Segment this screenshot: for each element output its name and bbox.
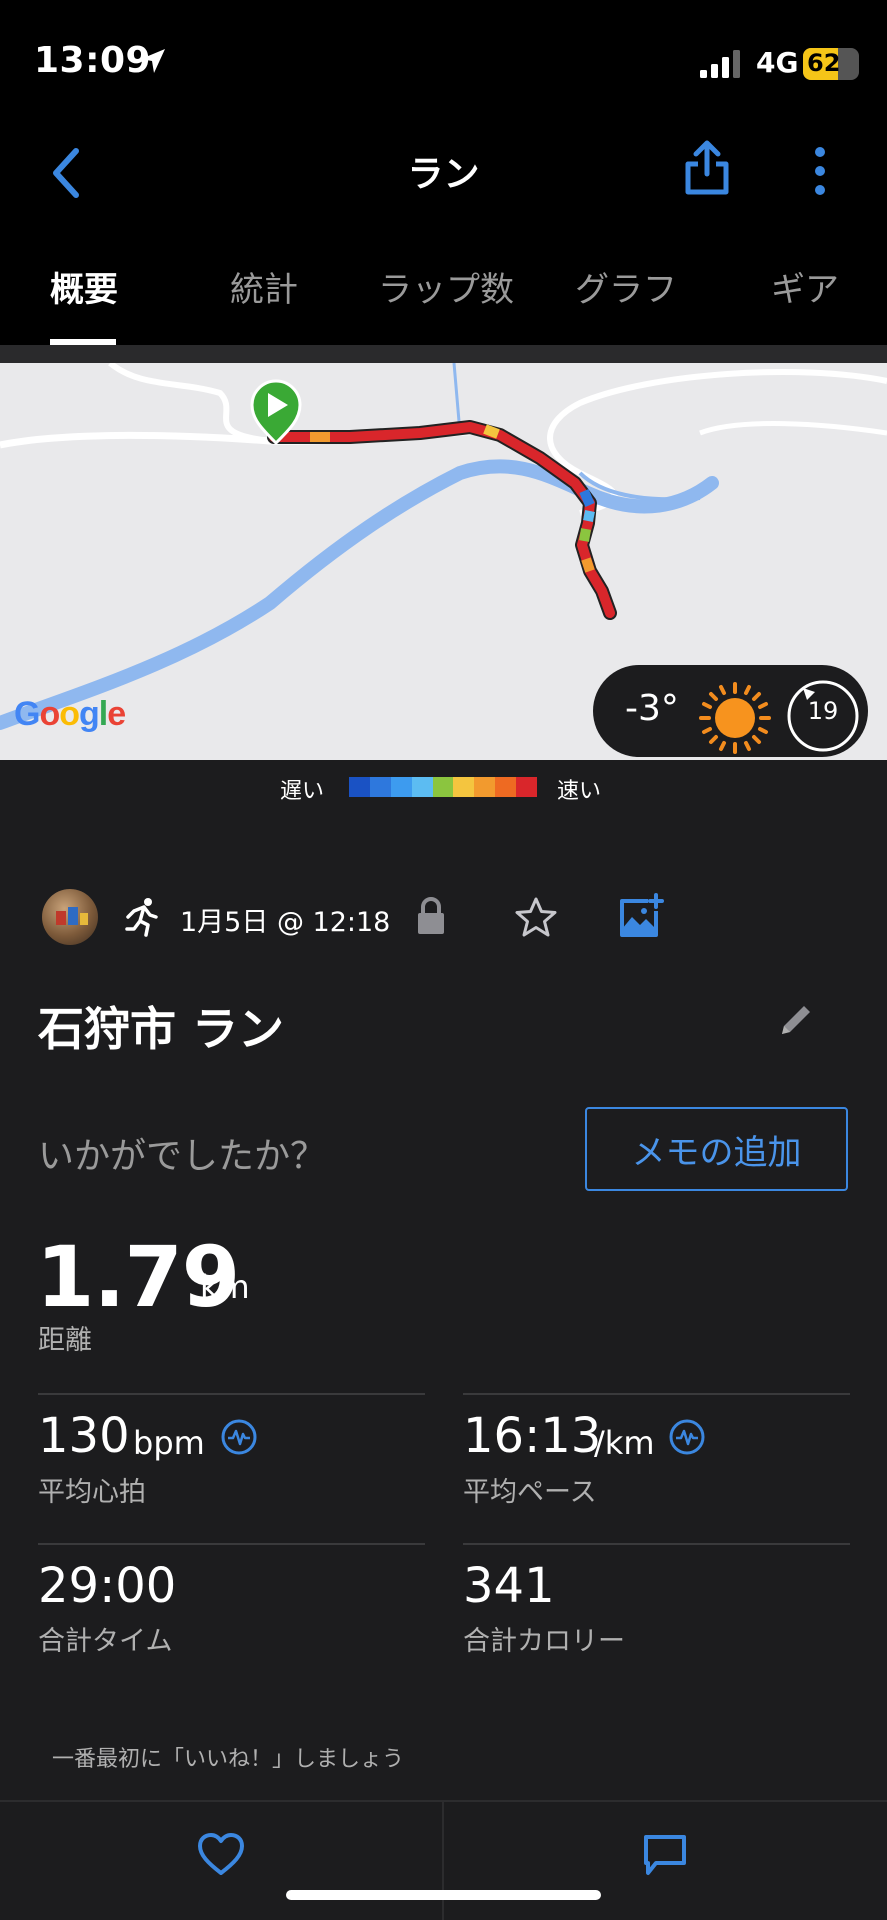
pace-legend-bar bbox=[349, 777, 538, 797]
tab-separator bbox=[0, 345, 887, 363]
like-heart-icon[interactable] bbox=[196, 1831, 246, 1877]
edit-pencil-icon[interactable] bbox=[776, 1000, 816, 1040]
total-time-label: 合計タイム bbox=[38, 1626, 173, 1657]
location-arrow-icon bbox=[141, 49, 165, 73]
battery-indicator: 62 bbox=[803, 48, 859, 80]
legend-slow-label: 遅い bbox=[280, 779, 325, 804]
legend-fast-label: 速い bbox=[557, 779, 602, 804]
calories-value: 341 bbox=[463, 1558, 555, 1614]
stat-divider bbox=[38, 1543, 425, 1545]
legend-swatch bbox=[390, 777, 412, 797]
heart-rate-unit: bpm bbox=[133, 1424, 205, 1462]
add-photo-icon[interactable] bbox=[618, 893, 664, 939]
legend-swatch bbox=[349, 777, 370, 797]
heart-rate-label: 平均心拍 bbox=[38, 1477, 146, 1508]
pace-label: 平均ペース bbox=[463, 1477, 597, 1508]
tab-stats[interactable]: 統計 bbox=[230, 262, 298, 311]
pace-chart-icon[interactable] bbox=[668, 1418, 706, 1456]
feedback-prompt: いかがでしたか？ bbox=[38, 1136, 327, 1177]
legend-swatch bbox=[516, 777, 538, 797]
running-icon bbox=[125, 898, 158, 937]
distance-label: 距離 bbox=[38, 1325, 92, 1356]
avatar[interactable] bbox=[42, 889, 98, 945]
battery-level: 62 bbox=[807, 49, 841, 77]
distance-unit: km bbox=[200, 1268, 250, 1306]
stat-divider bbox=[463, 1393, 850, 1395]
comment-icon[interactable] bbox=[642, 1833, 688, 1877]
weather-temperature: -3° bbox=[625, 688, 679, 729]
tab-overview[interactable]: 概要 bbox=[50, 262, 118, 311]
activity-date: 1月5日 @ 12:18 bbox=[180, 907, 391, 938]
activity-title: 石狩市 ラン bbox=[38, 1002, 285, 1056]
heart-rate-value: 130 bbox=[38, 1408, 130, 1464]
signal-icon bbox=[700, 50, 740, 78]
status-time: 13:09 bbox=[34, 40, 152, 81]
heart-rate-chart-icon[interactable] bbox=[220, 1418, 258, 1456]
route-segment bbox=[579, 528, 591, 542]
route-segment bbox=[483, 424, 500, 439]
page-title: ラン bbox=[407, 154, 480, 195]
lock-icon[interactable] bbox=[416, 896, 446, 936]
legend-swatch bbox=[453, 777, 475, 797]
bottom-bar-separator bbox=[442, 1802, 444, 1920]
tab-laps[interactable]: ラップ数 bbox=[378, 262, 514, 311]
route-segment bbox=[583, 510, 595, 522]
map-road bbox=[108, 363, 271, 444]
add-memo-button[interactable]: メモの追加 bbox=[585, 1107, 848, 1191]
legend-swatch bbox=[432, 777, 454, 797]
map-road bbox=[699, 421, 887, 436]
stat-divider bbox=[38, 1393, 425, 1395]
calories-label: 合計カロリー bbox=[463, 1626, 625, 1657]
legend-swatch bbox=[474, 777, 496, 797]
network-type: 4G bbox=[756, 46, 799, 79]
home-indicator[interactable] bbox=[286, 1890, 601, 1900]
pace-value: 16:13 bbox=[463, 1408, 602, 1464]
stat-divider bbox=[463, 1543, 850, 1545]
map-provider-logo: Google bbox=[14, 695, 126, 733]
tab-graph[interactable]: グラフ bbox=[575, 262, 677, 311]
like-prompt: 一番最初に「いいね！」しましょう bbox=[52, 1747, 405, 1772]
total-time-value: 29:00 bbox=[38, 1558, 177, 1614]
share-button[interactable] bbox=[684, 140, 730, 196]
sun-icon bbox=[699, 682, 771, 754]
legend-swatch bbox=[411, 777, 433, 797]
legend-swatch bbox=[369, 777, 391, 797]
wind-speed: 19 bbox=[807, 697, 839, 725]
route-segment bbox=[581, 557, 595, 573]
route-segment bbox=[579, 489, 595, 507]
tab-gear[interactable]: ギア bbox=[771, 262, 839, 311]
legend-swatch bbox=[495, 777, 517, 797]
more-options-button[interactable] bbox=[808, 146, 832, 196]
pace-unit: /km bbox=[594, 1424, 655, 1462]
star-icon[interactable] bbox=[514, 896, 558, 938]
